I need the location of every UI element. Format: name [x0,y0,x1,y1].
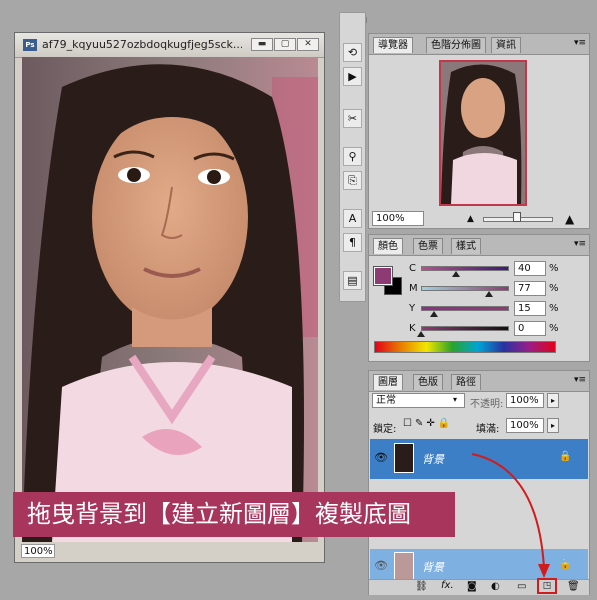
opacity-arrow-icon[interactable]: ▸ [547,393,559,408]
instruction-caption: 拖曳背景到【建立新圖層】複製底圖 [13,492,455,537]
zoom-in-icon[interactable]: ▲ [565,212,574,226]
document-title: af79_kqyuu527ozbdoqkugfjeg5sck... [42,38,242,51]
tab-histogram[interactable]: 色階分佈圖 [426,37,486,53]
navigator-tabs: 導覽器 色階分佈圖 資訊 ▾≡ [369,34,589,55]
color-channel-value[interactable]: 77 [514,281,546,296]
notes-icon[interactable]: ▤ [343,271,362,290]
panel-icon-strip: ⟲ ▶ ✂ ⚲ ⎘ A ¶ ▤ [339,12,366,302]
drag-arrow-icon [471,453,550,578]
color-channel-value[interactable]: 40 [514,261,546,276]
tab-swatches[interactable]: 色票 [413,238,443,254]
tools-preset-icon[interactable]: ✂ [343,109,362,128]
color-channel-label: Y [409,303,416,314]
fill-field[interactable]: 100% [506,418,544,433]
visibility-eye-icon-ghost[interactable]: 👁 [374,559,388,572]
layer-thumbnail [394,443,414,473]
clone-source-icon[interactable]: ⎘ [343,171,362,190]
color-spectrum-bar[interactable] [374,341,556,353]
maximize-button[interactable]: ▢ [274,38,296,51]
navigator-preview-image [441,62,525,204]
character-icon[interactable]: A [343,209,362,228]
foreground-color-swatch[interactable] [373,266,393,286]
zoom-out-icon[interactable]: ▲ [467,214,474,224]
document-title-bar[interactable]: Ps af79_kqyuu527ozbdoqkugfjeg5sck... ▬ ▢… [15,33,324,58]
document-status-bar: 100% [15,542,324,562]
layers-tabs: 圖層 色版 路徑 ▾≡ [369,371,589,392]
navigator-zoom-thumb[interactable] [513,212,521,222]
color-channel-label: C [409,263,416,274]
color-channel-label: K [409,323,416,334]
tab-color[interactable]: 顏色 [373,238,403,254]
brushes-icon[interactable]: ⚲ [343,147,362,166]
layer-lock-icon: 🔒 [559,451,572,462]
layer-name-ghost[interactable]: 背景 [422,559,444,575]
tab-info[interactable]: 資訊 [491,37,521,53]
navigator-menu-icon[interactable]: ▾≡ [574,38,586,48]
color-panel: 顏色 色票 樣式 ▾≡ C 40% M 77% Y 15% K 0% [368,234,590,362]
color-channel-thumb[interactable] [452,271,461,277]
layer-lock-icon-ghost: 🔒 [559,559,572,570]
tab-layers[interactable]: 圖層 [373,374,403,390]
color-menu-icon[interactable]: ▾≡ [574,239,586,249]
color-channel-value[interactable]: 15 [514,301,546,316]
delete-layer-icon[interactable]: 🗑 [567,581,580,592]
color-channel-value[interactable]: 0 [514,321,546,336]
fill-arrow-icon[interactable]: ▸ [547,418,559,433]
color-channel-slider[interactable] [421,266,509,271]
color-channel-unit: % [549,263,559,274]
fx-icon[interactable]: fx. [441,580,454,591]
close-button[interactable]: ✕ [297,38,319,51]
portrait-photo [22,57,318,542]
fill-label: 填滿: [476,424,500,435]
opacity-field[interactable]: 100% [506,393,544,408]
lock-options-icons[interactable]: ☐✎✛🔒 [403,418,453,429]
color-tabs: 顏色 色票 樣式 ▾≡ [369,235,589,256]
visibility-eye-icon[interactable]: 👁 [374,451,388,464]
navigator-panel: 導覽器 色階分佈圖 資訊 ▾≡ 100% ▲ ▲ [368,33,590,229]
document-zoom-field[interactable]: 100% [21,544,55,558]
minimize-button[interactable]: ▬ [251,38,273,51]
layer-name[interactable]: 背景 [422,451,444,467]
tab-navigator[interactable]: 導覽器 [373,37,413,53]
document-window: Ps af79_kqyuu527ozbdoqkugfjeg5sck... ▬ ▢… [14,32,325,563]
tab-paths[interactable]: 路徑 [451,374,481,390]
history-icon[interactable]: ⟲ [343,43,362,62]
color-channel-unit: % [549,303,559,314]
document-canvas-photo[interactable] [22,57,318,542]
color-channel-thumb[interactable] [484,291,493,297]
navigator-zoom-field[interactable]: 100% [372,211,424,226]
color-channel-slider[interactable] [421,326,509,331]
color-channel-unit: % [549,283,559,294]
layer-thumbnail-ghost [394,552,414,582]
blend-mode-select[interactable]: 正常 [372,393,465,408]
opacity-label: 不透明: [470,399,504,410]
color-channel-slider[interactable] [421,286,509,291]
link-layers-icon[interactable]: ⛓ [415,581,428,592]
tab-styles[interactable]: 樣式 [451,238,481,254]
color-channel-unit: % [549,323,559,334]
tab-channels[interactable]: 色版 [413,374,443,390]
blend-mode-arrow-icon[interactable]: ▾ [453,395,457,404]
photoshop-doc-icon: Ps [23,39,37,51]
color-channel-thumb[interactable] [417,331,425,337]
layers-menu-icon[interactable]: ▾≡ [574,375,586,385]
lock-label: 鎖定: [373,424,397,435]
color-channel-thumb[interactable] [430,311,439,317]
paragraph-icon[interactable]: ¶ [343,233,362,252]
color-channel-label: M [409,283,418,294]
navigator-thumbnail[interactable] [439,60,527,206]
actions-play-icon[interactable]: ▶ [343,67,362,86]
